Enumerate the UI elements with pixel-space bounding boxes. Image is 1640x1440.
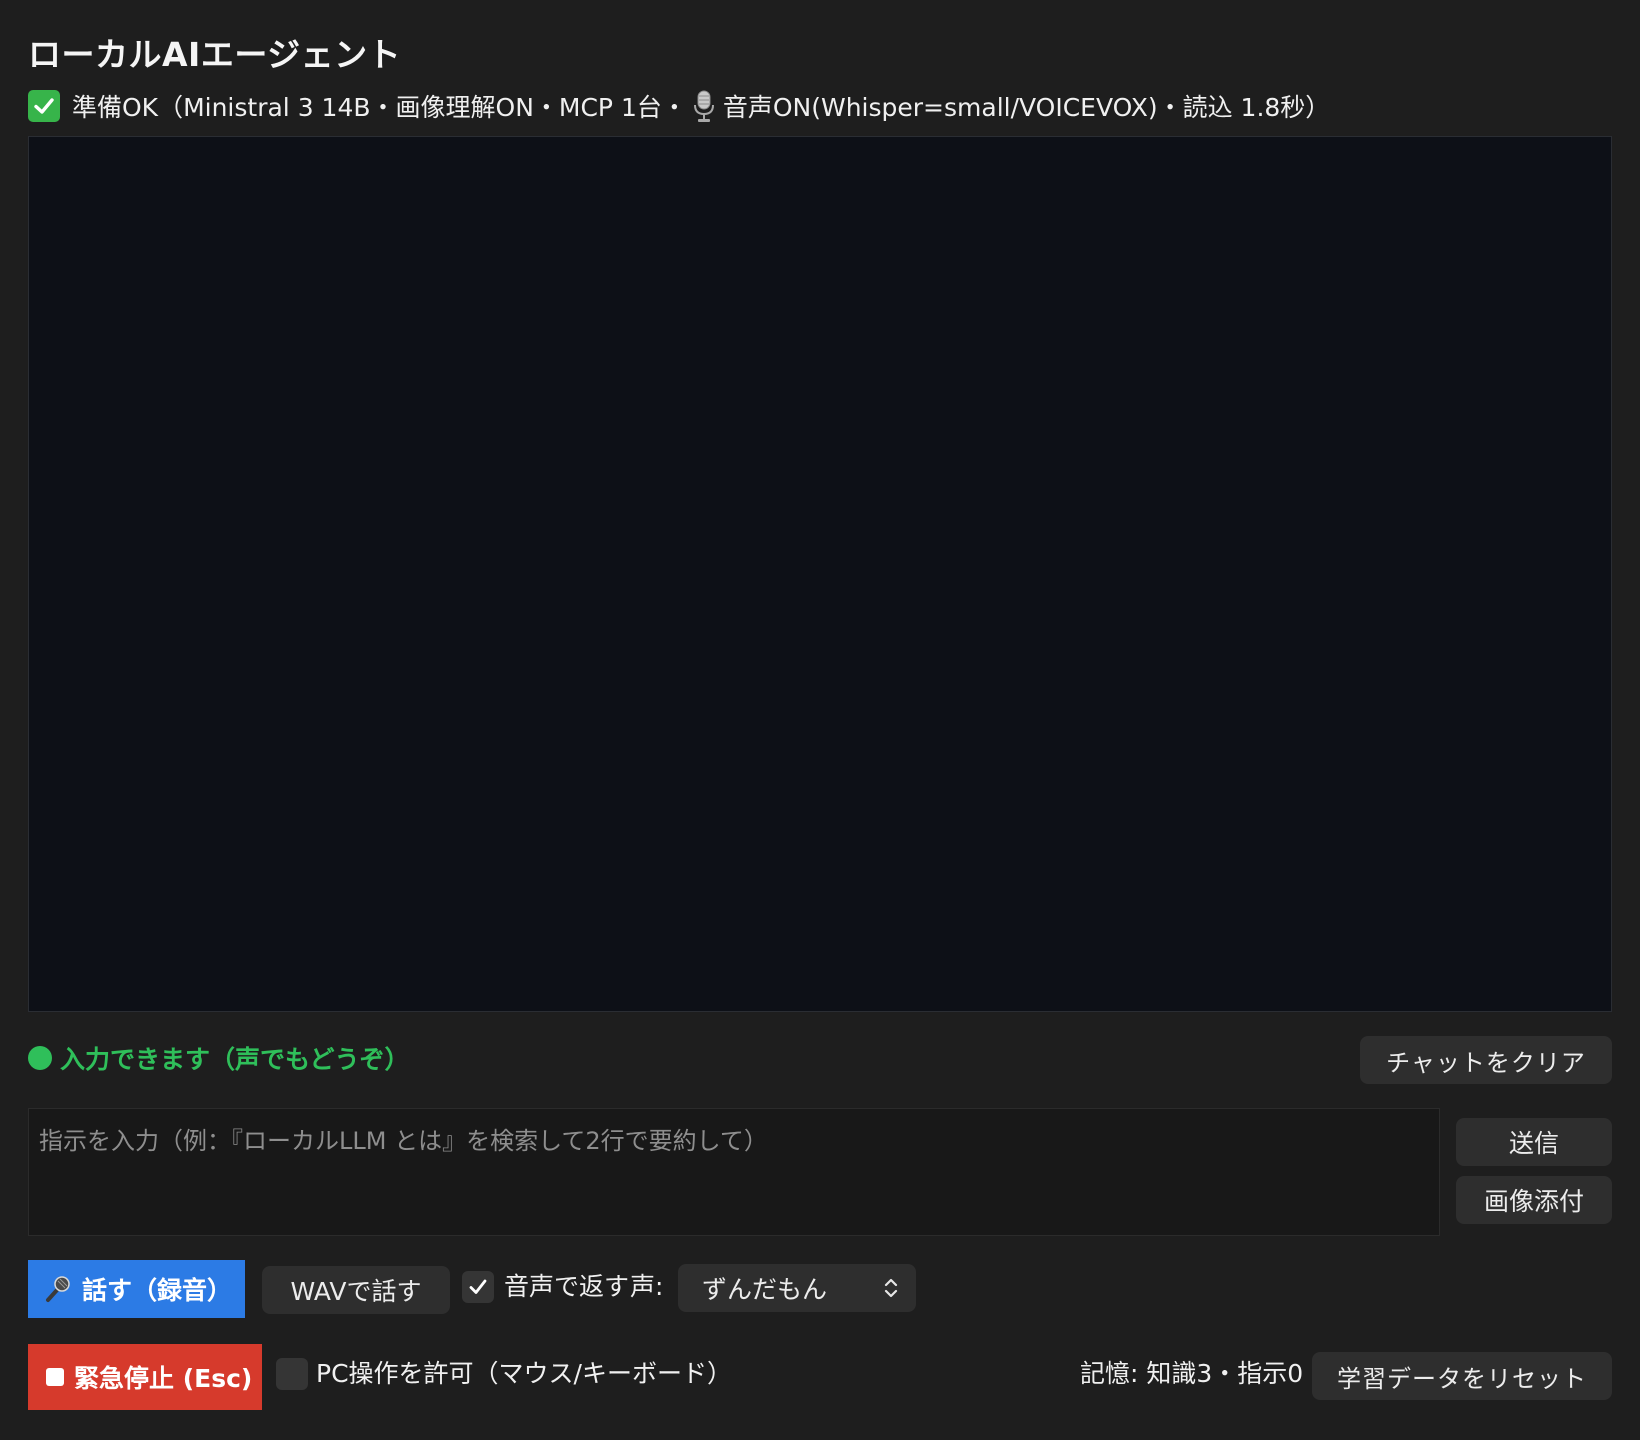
pc-control-label: PC操作を許可（マウス/キーボード） bbox=[316, 1359, 732, 1388]
emergency-stop-button[interactable]: 緊急停止 (Esc) bbox=[28, 1344, 262, 1410]
voice-select[interactable]: ずんだもん bbox=[678, 1264, 916, 1312]
app-title: ローカルAIエージェント bbox=[28, 35, 402, 74]
studio-microphone-icon bbox=[691, 89, 717, 123]
microphone-icon bbox=[42, 1274, 72, 1304]
model-status-text: 準備OK（Ministral 3 14B・画像理解ON・MCP 1台・ bbox=[72, 93, 687, 122]
pc-control-checkbox[interactable] bbox=[276, 1358, 308, 1390]
voice-status-text: 音声ON(Whisper=small/VOICEVOX)・読込 1.8秒） bbox=[722, 93, 1331, 122]
attach-image-button[interactable]: 画像添付 bbox=[1456, 1176, 1612, 1224]
instruction-input[interactable] bbox=[28, 1108, 1440, 1236]
input-status: 入力できます（声でもどうぞ） bbox=[28, 1040, 410, 1076]
clear-chat-button[interactable]: チャットをクリア bbox=[1360, 1036, 1612, 1084]
checkmark-icon bbox=[469, 1279, 487, 1294]
chat-log-area[interactable] bbox=[28, 136, 1612, 1012]
send-button[interactable]: 送信 bbox=[1456, 1118, 1612, 1166]
voice-select-value: ずんだもん bbox=[702, 1275, 828, 1304]
voice-reply-label: 音声で返す bbox=[504, 1272, 630, 1301]
reset-learning-data-button[interactable]: 学習データをリセット bbox=[1312, 1352, 1612, 1400]
status-dot-icon bbox=[28, 1046, 52, 1070]
speak-record-button[interactable]: 話す（録音） bbox=[28, 1260, 245, 1318]
stop-square-icon bbox=[46, 1368, 64, 1386]
check-mark-icon bbox=[28, 90, 60, 122]
input-status-text: 入力できます（声でもどうぞ） bbox=[60, 1045, 410, 1074]
chevron-up-down-icon bbox=[882, 1275, 900, 1301]
model-status-line: 準備OK（Ministral 3 14B・画像理解ON・MCP 1台・ 音声ON… bbox=[28, 86, 1330, 126]
wav-speak-button[interactable]: WAVで話す bbox=[262, 1266, 450, 1314]
memory-status: 記憶: 知識3・指示0 bbox=[1080, 1359, 1304, 1388]
voice-label: 声: bbox=[630, 1272, 664, 1301]
emergency-stop-label: 緊急停止 (Esc) bbox=[74, 1364, 253, 1393]
voice-reply-checkbox[interactable] bbox=[462, 1271, 494, 1303]
speak-record-label: 話す（録音） bbox=[82, 1276, 233, 1305]
